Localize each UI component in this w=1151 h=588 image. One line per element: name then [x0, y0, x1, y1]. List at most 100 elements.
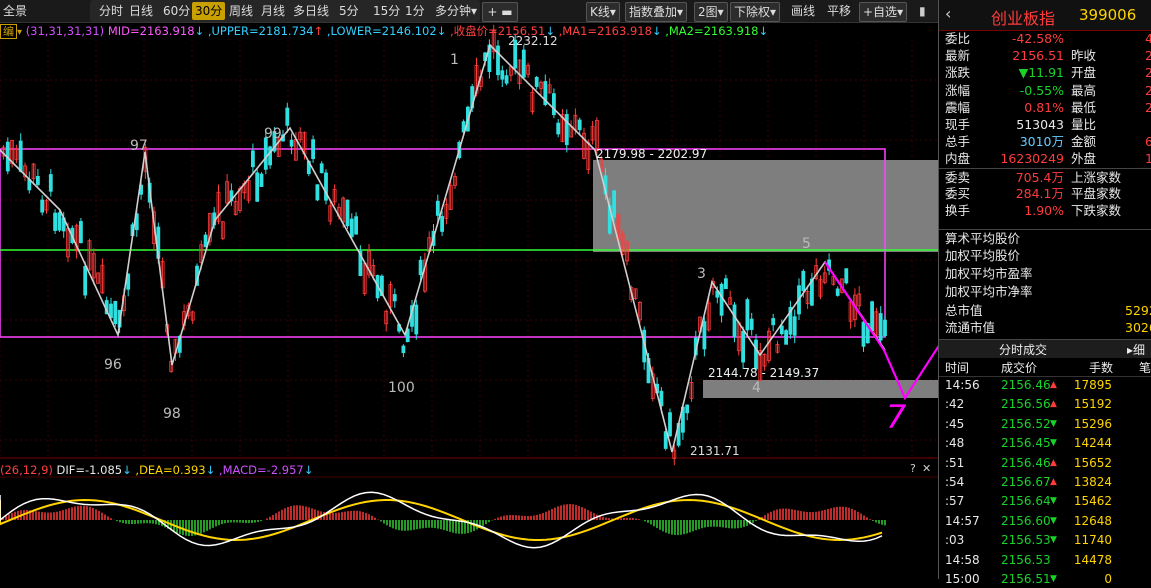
quote-row: 委买 284.1万 平盘家数: [939, 185, 1151, 202]
ma1-value: MA1=2163.918: [562, 24, 652, 38]
tick-time: :54: [945, 475, 965, 489]
timeframe-0[interactable]: 分时: [96, 2, 126, 20]
wave-label: 1: [450, 52, 459, 68]
candle-body: [724, 278, 728, 290]
average-label: 加权平均市盈率: [945, 266, 1033, 281]
wave-label: 5: [802, 236, 811, 252]
tick-tab-bar: 分时成交 ▸细: [939, 339, 1151, 358]
chevron-down-icon[interactable]: ▾: [17, 27, 22, 38]
candle-body: [754, 339, 758, 370]
macd-indicator-bar: (26,12,9) DIF=-1.085↓ ,DEA=0.393↓ ,MACD=…: [0, 463, 314, 477]
tick-time: 14:56: [945, 378, 980, 392]
back-arrow-icon[interactable]: ‹: [945, 4, 951, 23]
candle-body: [534, 76, 539, 87]
timeframe-2[interactable]: 60分: [160, 2, 193, 20]
candle-body: [315, 184, 320, 201]
quote-value: 513043: [1016, 117, 1064, 132]
quote-label-right: 外盘: [1071, 151, 1097, 167]
candle-body: [401, 345, 406, 354]
average-row: 加权平均股价: [939, 247, 1151, 264]
timeframe-6[interactable]: 多日线: [290, 2, 332, 20]
tick-row: 14:57 2156.60 ▼ 12648: [939, 512, 1151, 530]
lower-value: LOWER=2146.102: [330, 24, 437, 38]
index-overlay-button[interactable]: 指数叠加▾: [625, 2, 688, 22]
tick-header-count: 笔: [1139, 361, 1151, 375]
chevron-down-icon[interactable]: ▾: [468, 2, 480, 20]
quote-label-right: 下跌家数: [1071, 203, 1122, 218]
upper-value: UPPER=2181.734: [211, 24, 314, 38]
candle-body: [435, 200, 440, 216]
ma2-value: MA2=2163.918: [668, 24, 759, 38]
candle-body: [556, 122, 561, 135]
tick-time: 14:58: [945, 552, 980, 567]
tick-header-volume: 手数: [1089, 361, 1114, 375]
timeframe-3[interactable]: 30分: [192, 2, 226, 20]
timeframe-9[interactable]: 1分: [402, 2, 428, 20]
projection-line: [824, 261, 938, 401]
timeframe-1[interactable]: 日线: [126, 2, 156, 20]
tick-volume: 12648: [1073, 513, 1112, 528]
candle-body: [496, 45, 500, 76]
timeframe-8[interactable]: 15分: [370, 2, 403, 20]
tick-volume: 0: [1104, 572, 1112, 586]
candle-body: [500, 70, 505, 80]
down-triangle-icon: ▼: [1050, 515, 1057, 526]
adjust-button[interactable]: 下除权▾: [730, 2, 781, 22]
collapse-icon[interactable]: ▮: [916, 2, 929, 20]
tick-price: 2156.46: [1001, 378, 1051, 392]
draw-line-button[interactable]: 画线: [788, 2, 818, 20]
tick-row: 14:56 2156.46 ▲ 17895: [939, 376, 1151, 394]
candle-body: [749, 318, 754, 330]
quote-row: 委卖 705.4万 上涨家数: [939, 167, 1151, 186]
tick-detail-label: 细: [1133, 343, 1146, 357]
wave-label: 96: [104, 357, 122, 373]
adjust-label: 下除权: [734, 5, 771, 19]
tick-tab[interactable]: 分时成交: [999, 341, 1047, 358]
help-icon[interactable]: ?: [910, 462, 916, 475]
trough-price-label: 2131.71: [690, 444, 740, 458]
close-icon[interactable]: ✕: [922, 462, 931, 475]
candle-body: [564, 114, 569, 146]
timeframe-5[interactable]: 月线: [258, 2, 288, 20]
tick-time: 15:00: [945, 572, 980, 586]
lower-zone-label: 2144.78 - 2149.37: [708, 366, 820, 380]
timeframe-4[interactable]: 周线: [226, 2, 256, 20]
price-chart[interactable]: [0, 0, 938, 579]
candle-body: [250, 150, 255, 168]
tick-time: 14:57: [945, 513, 980, 528]
wave-label: 100: [388, 380, 415, 396]
mid-value: MID=2163.918: [107, 24, 195, 38]
view-label[interactable]: 全景: [0, 2, 30, 20]
zoom-in-button[interactable]: + ▬: [482, 2, 518, 22]
candle-body: [779, 325, 784, 335]
dea-value: DEA=0.393: [139, 463, 206, 477]
layout-button[interactable]: 2图▾: [694, 2, 728, 22]
down-arrow-icon: ↓: [436, 24, 447, 38]
pan-button[interactable]: 平移: [824, 2, 854, 20]
indicator-name[interactable]: 编: [0, 24, 17, 39]
average-label: 算术平均股价: [945, 231, 1021, 246]
float-mv-value: 3026: [1125, 320, 1151, 335]
wave-label: 4: [752, 380, 761, 396]
macd-params: (26,12,9): [0, 463, 53, 477]
chart-toolbar: 全景 分时 日线 60分 30分 周线 月线 多日线 5分 15分 1分 多分钟 ▾ + ▬ K线▾ …: [0, 0, 938, 23]
quote-header: ‹ 创业板指 399006: [939, 0, 1151, 31]
tick-price: 2156.56: [1001, 397, 1051, 412]
down-arrow-icon: ↓: [122, 463, 132, 477]
down-arrow-icon: ↓: [205, 463, 216, 477]
tick-detail-tab[interactable]: ▸细: [1127, 341, 1145, 358]
quote-row: 震幅 0.81% 最低 2: [939, 99, 1151, 116]
candle-body: [392, 294, 397, 302]
quote-label: 内盘: [945, 151, 971, 167]
timeframe-7[interactable]: 5分: [336, 2, 362, 20]
candle-body: [354, 216, 359, 235]
kline-button[interactable]: K线▾: [586, 2, 620, 22]
candle-body: [268, 146, 273, 166]
quote-label-right: 开盘: [1071, 65, 1097, 81]
tick-volume: 15462: [1073, 494, 1112, 509]
average-label: 加权平均市净率: [945, 284, 1033, 299]
index-code: 399006: [1079, 6, 1137, 24]
candle-body: [685, 404, 690, 414]
quote-value: 284.1万: [1015, 185, 1064, 201]
watchlist-button[interactable]: +自选▾: [859, 2, 908, 22]
